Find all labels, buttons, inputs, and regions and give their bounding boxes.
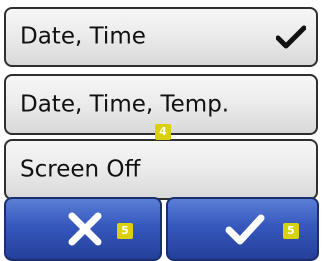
step-badge-5-cancel: 5 [117, 223, 133, 239]
check-icon [225, 214, 265, 245]
step-badge-5-confirm: 5 [283, 223, 299, 239]
check-icon [276, 25, 306, 49]
option-label-date-time: Date, Time [20, 23, 146, 50]
option-label-date-time-temp: Date, Time, Temp. [20, 91, 230, 117]
cancel-button[interactable]: 5 [4, 197, 162, 261]
step-badge-4: 4 [155, 124, 171, 140]
option-date-time[interactable]: Date, Time [4, 7, 318, 67]
option-screen-off[interactable]: Screen Off [4, 139, 318, 200]
screen-display-options: Date, Time Date, Time, Temp. Screen Off … [0, 0, 323, 261]
x-icon [68, 212, 102, 246]
option-label-screen-off: Screen Off [20, 156, 141, 182]
confirm-button[interactable]: 5 [166, 197, 319, 261]
